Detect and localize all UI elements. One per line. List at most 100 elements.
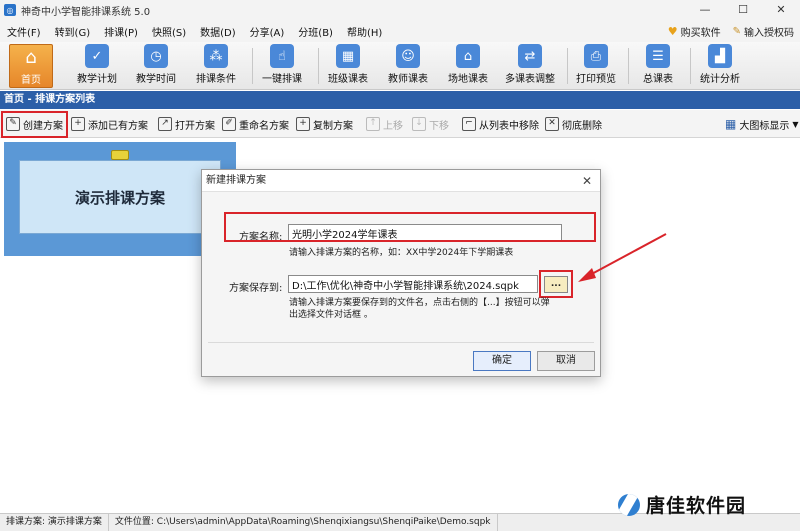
toolbar-teaching-time-label: 教学时间 (136, 74, 176, 85)
watermark: 唐佳软件园 (618, 491, 746, 518)
toolbar-print-preview-label: 打印预览 (576, 74, 616, 85)
toolbar-separator (318, 48, 319, 84)
browse-highlight (539, 270, 573, 298)
move-down-button[interactable]: ↓ 下移 (412, 114, 449, 134)
close-window-button[interactable]: ✕ (762, 0, 800, 20)
toolbar-print-preview[interactable]: ⎙ 打印预览 (574, 44, 618, 88)
trash-icon: ✕ (545, 117, 559, 131)
toolbar-master-timetable-label: 总课表 (643, 74, 673, 85)
menu-file[interactable]: 文件(F) (0, 24, 48, 39)
buy-software-link[interactable]: ♥ 购买软件 (668, 24, 721, 39)
chart-icon: ▟ (708, 44, 732, 68)
toolbar-home[interactable]: ⌂ 首页 (9, 44, 53, 88)
maximize-button[interactable]: ☐ (724, 0, 762, 20)
calendar-icon: ▦ (336, 44, 360, 68)
app-logo-icon: ◎ (4, 4, 16, 16)
open-icon: ↗ (158, 117, 172, 131)
toolbar-auto-schedule-label: 一键排课 (262, 74, 302, 85)
toolbar-separator (567, 48, 568, 84)
new-plan-dialog: 新建排课方案 ✕ 方案名称: 请输入排课方案的名称，如：XX中学2024年下学期… (201, 169, 601, 377)
dialog-close-icon[interactable]: ✕ (582, 170, 592, 192)
save-path-hint-line2: 出选择文件对话框 。 (289, 310, 373, 320)
pin-icon (111, 150, 129, 160)
menu-data[interactable]: 数据(D) (193, 24, 243, 39)
view-mode-dropdown[interactable]: ▦ 大图标显示 ▼ (725, 114, 799, 134)
cancel-button[interactable]: 取消 (537, 351, 595, 371)
copy-plan-button[interactable]: + 复制方案 (296, 114, 353, 134)
menu-help[interactable]: 帮助(H) (340, 24, 389, 39)
view-mode-label: 大图标显示 (739, 120, 790, 132)
toolbar-class-timetable-label: 班级课表 (328, 74, 368, 85)
window-title: 神奇中小学智能排课系统 5.0 (21, 6, 151, 18)
menu-bar: 文件(F) 转到(G) 排课(P) 快照(S) 数据(D) 分享(A) 分班(B… (0, 20, 800, 42)
create-plan-highlight (1, 111, 68, 138)
chevron-down-icon: ▼ (792, 119, 799, 129)
toolbar-master-timetable[interactable]: ☰ 总课表 (636, 44, 680, 88)
delete-plan-button[interactable]: ✕ 彻底删除 (545, 114, 602, 134)
toolbar-separator (690, 48, 691, 84)
key-icon: ✎ (732, 25, 741, 37)
plan-name-hint: 请输入排课方案的名称，如：XX中学2024年下学期课表 (289, 248, 514, 258)
watermark-logo-icon (618, 493, 640, 516)
add-existing-plan-button[interactable]: + 添加已有方案 (71, 114, 148, 134)
buy-software-label: 购买软件 (680, 27, 721, 39)
toolbar-multi-adjust-label: 多课表调整 (505, 74, 555, 85)
ok-button[interactable]: 确定 (473, 351, 531, 371)
menu-snapshot[interactable]: 快照(S) (145, 24, 193, 39)
building-icon: ⌂ (456, 44, 480, 68)
status-current-plan: 排课方案: 演示排课方案 (0, 514, 109, 531)
move-up-label: 上移 (383, 120, 403, 132)
home-icon: ⌂ (25, 46, 37, 68)
printer-icon: ⎙ (584, 44, 608, 68)
annotation-arrow (578, 233, 667, 282)
teacher-icon: ☺ (396, 44, 420, 68)
remove-from-list-button[interactable]: ⌐ 从列表中移除 (462, 114, 539, 134)
remove-icon: ⌐ (462, 117, 476, 131)
toolbar-home-label: 首页 (21, 75, 41, 86)
rename-plan-button[interactable]: ✐ 重命名方案 (222, 114, 289, 134)
menu-share[interactable]: 分享(A) (243, 24, 292, 39)
save-path-label: 方案保存到: (229, 283, 283, 294)
open-plan-label: 打开方案 (175, 120, 215, 132)
toolbar-venue-timetable-label: 场地课表 (448, 74, 488, 85)
grid-icon: ▦ (725, 117, 737, 131)
toolbar-statistics[interactable]: ▟ 统计分析 (697, 44, 743, 88)
toolbar-conditions-label: 排课条件 (196, 74, 236, 85)
breadcrumb: 首页 - 排课方案列表 (0, 91, 800, 109)
menu-class-split[interactable]: 分班(B) (291, 24, 340, 39)
enter-license-label: 输入授权码 (744, 27, 794, 39)
dialog-title-bar: 新建排课方案 ✕ (202, 170, 600, 192)
open-plan-button[interactable]: ↗ 打开方案 (158, 114, 215, 134)
toolbar-teacher-timetable[interactable]: ☺ 教师课表 (386, 44, 430, 88)
toolbar-separator (252, 48, 253, 84)
copy-plan-label: 复制方案 (313, 120, 353, 132)
toolbar-venue-timetable[interactable]: ⌂ 场地课表 (446, 44, 490, 88)
menu-schedule[interactable]: 排课(P) (97, 24, 145, 39)
menu-goto[interactable]: 转到(G) (48, 24, 98, 39)
toolbar-auto-schedule[interactable]: ☝ 一键排课 (260, 44, 304, 88)
plan-name-highlight (224, 212, 596, 242)
conditions-icon: ⁂ (204, 44, 228, 68)
plan-card-title: 演示排课方案 (19, 160, 221, 234)
save-path-input[interactable] (288, 275, 538, 293)
toolbar-class-timetable[interactable]: ▦ 班级课表 (326, 44, 370, 88)
window-controls: — ☐ ✕ (686, 0, 800, 20)
rename-icon: ✐ (222, 117, 236, 131)
remove-from-list-label: 从列表中移除 (479, 120, 539, 132)
move-up-button[interactable]: ↑ 上移 (366, 114, 403, 134)
adjust-icon: ⇄ (518, 44, 542, 68)
toolbar-multi-adjust[interactable]: ⇄ 多课表调整 (502, 44, 558, 88)
click-icon: ☝ (270, 44, 294, 68)
enter-license-link[interactable]: ✎ 输入授权码 (733, 24, 794, 39)
toolbar-teaching-plan-label: 教学计划 (77, 74, 117, 85)
toolbar-teaching-plan[interactable]: ✓ 教学计划 (75, 44, 119, 88)
delete-plan-label: 彻底删除 (562, 120, 602, 132)
minimize-button[interactable]: — (686, 0, 724, 20)
toolbar-conditions[interactable]: ⁂ 排课条件 (194, 44, 238, 88)
main-toolbar: ⌂ 首页 ✓ 教学计划 ◷ 教学时间 ⁂ 排课条件 ☝ 一键排课 ▦ 班级课表 … (0, 42, 800, 90)
toolbar-separator (628, 48, 629, 84)
dialog-divider (208, 342, 594, 343)
toolbar-teaching-time[interactable]: ◷ 教学时间 (134, 44, 178, 88)
watermark-text: 唐佳软件园 (646, 495, 747, 517)
plan-toolbar: ✎ 创建方案 + 添加已有方案 ↗ 打开方案 ✐ 重命名方案 + 复制方案 ↑ … (0, 110, 800, 138)
